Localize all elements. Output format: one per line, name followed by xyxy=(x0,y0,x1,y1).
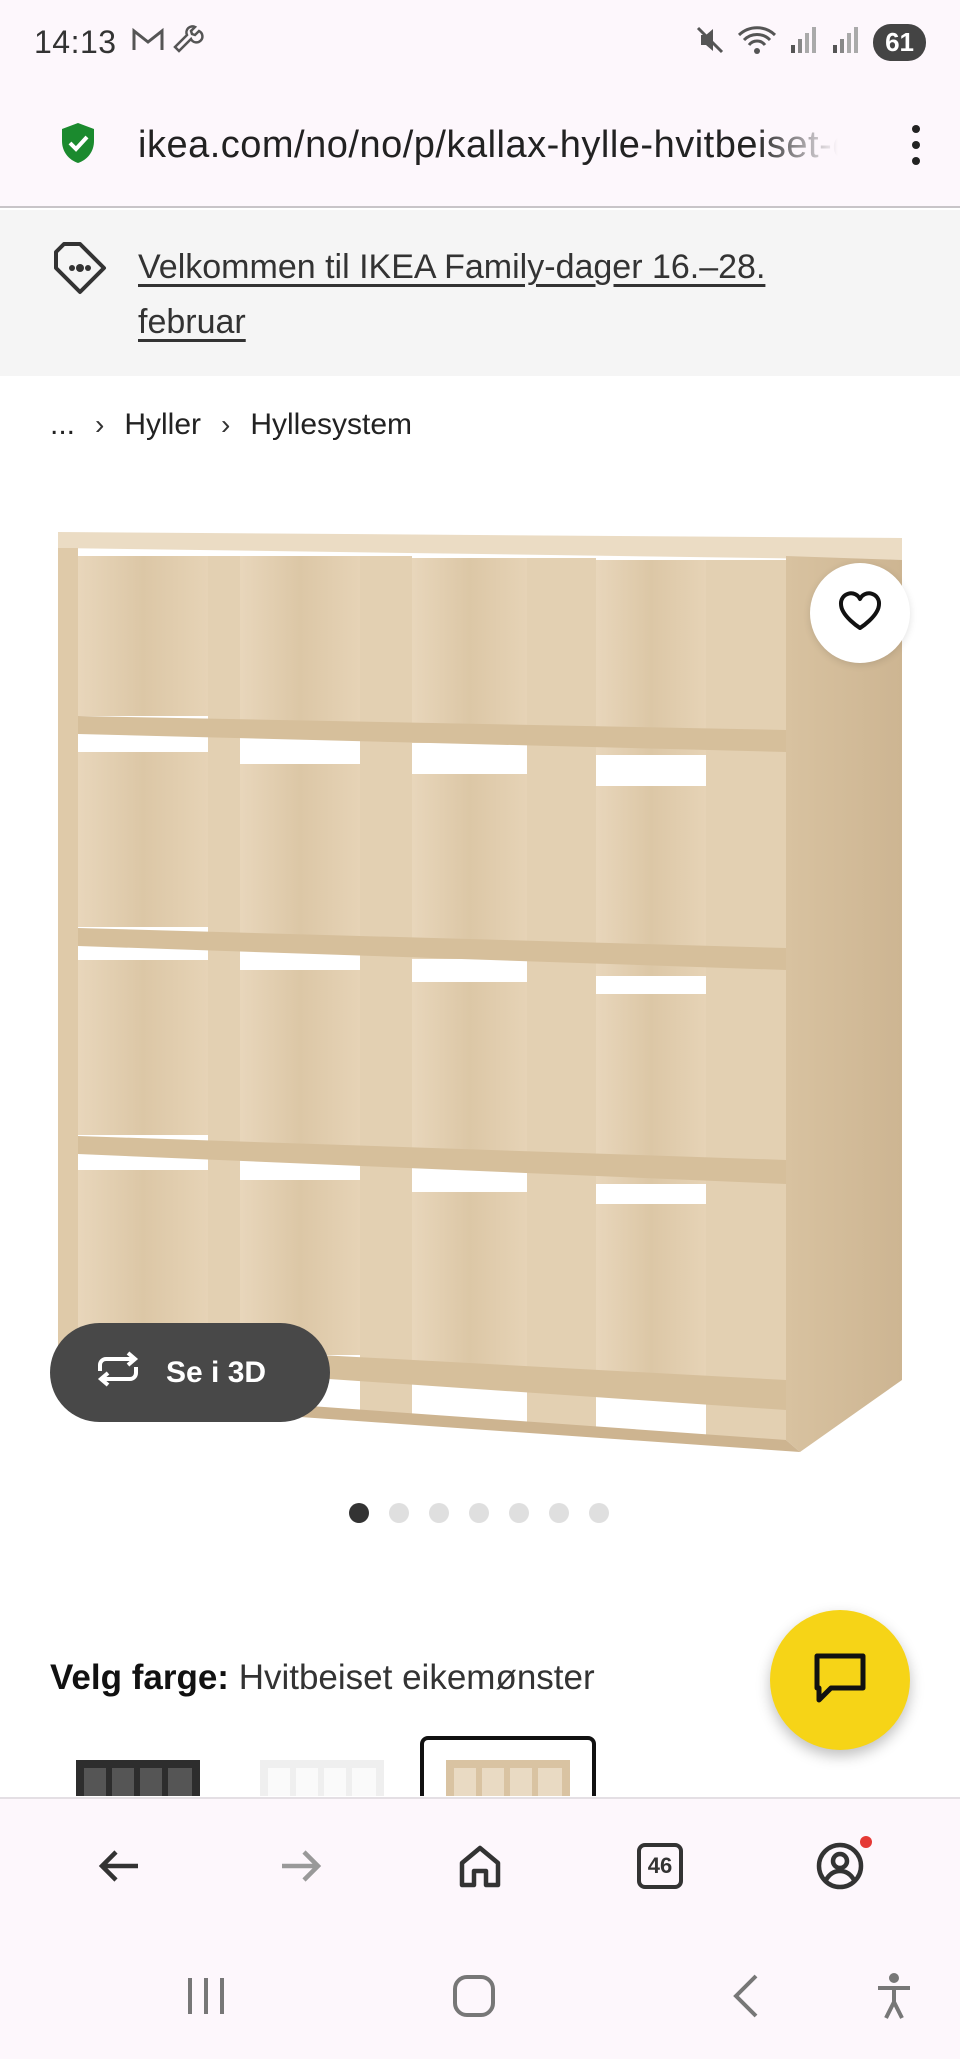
wifi-icon xyxy=(737,25,777,60)
color-picker-label: Velg farge: Hvitbeiset eikemønster xyxy=(50,1658,595,1698)
color-swatches xyxy=(50,1736,950,1796)
status-time: 14:13 xyxy=(34,23,117,60)
promo-banner-link[interactable]: Velkommen til IKEA Family-dager 16.–28. … xyxy=(138,240,858,376)
carousel-dot[interactable] xyxy=(549,1503,569,1523)
carousel-dot[interactable] xyxy=(389,1503,409,1523)
breadcrumb: ... › Hyller › Hyllesystem xyxy=(50,408,412,442)
mute-icon xyxy=(695,25,725,60)
see-in-3d-button[interactable]: Se i 3D xyxy=(50,1323,330,1422)
shield-check-icon[interactable] xyxy=(58,121,98,170)
carousel-dot[interactable] xyxy=(469,1503,489,1523)
favorite-button[interactable] xyxy=(810,563,910,663)
wrench-icon xyxy=(172,24,205,61)
account-button[interactable] xyxy=(800,1826,880,1906)
swatch-white-stained-oak[interactable] xyxy=(420,1736,596,1796)
forward-button[interactable] xyxy=(260,1826,340,1906)
chevron-right-icon: › xyxy=(221,409,231,440)
product-image[interactable] xyxy=(50,520,912,1460)
see-in-3d-label: Se i 3D xyxy=(166,1355,267,1389)
more-vert-icon[interactable] xyxy=(912,125,920,165)
home-icon xyxy=(459,1845,501,1887)
account-icon xyxy=(816,1842,864,1889)
breadcrumb-item[interactable]: ... xyxy=(50,408,75,442)
battery-indicator: 61 xyxy=(873,23,926,61)
arrow-right-icon xyxy=(282,1849,322,1882)
tab-count: 46 xyxy=(637,1842,683,1889)
home-button[interactable] xyxy=(440,1826,520,1906)
chat-button[interactable] xyxy=(770,1610,910,1750)
gmail-icon xyxy=(131,27,165,58)
arrow-left-icon xyxy=(98,1849,138,1882)
swatch-black[interactable] xyxy=(76,1760,200,1796)
color-value: Hvitbeiset eikemønster xyxy=(238,1658,595,1697)
breadcrumb-item[interactable]: Hyller xyxy=(124,408,201,442)
signal-icon xyxy=(789,25,819,60)
heart-icon xyxy=(838,590,882,636)
image-carousel-dots xyxy=(349,1503,609,1523)
system-nav-bar xyxy=(0,1932,960,2059)
browser-url-bar[interactable]: ikea.com/no/no/p/kallax-hylle-hvitbeiset… xyxy=(0,84,960,208)
carousel-dot[interactable] xyxy=(349,1503,369,1523)
price-tag-icon xyxy=(52,240,108,376)
url-text[interactable]: ikea.com/no/no/p/kallax-hylle-hvitbeiset… xyxy=(138,124,838,167)
status-bar: 14:13 61 xyxy=(0,0,960,84)
back-nav-icon[interactable] xyxy=(730,1974,760,2023)
home-nav-icon[interactable] xyxy=(452,1974,496,2023)
breadcrumb-item[interactable]: Hyllesystem xyxy=(250,408,412,442)
notification-dot xyxy=(860,1835,872,1848)
accessibility-icon[interactable] xyxy=(874,1972,914,2025)
promo-banner: Velkommen til IKEA Family-dager 16.–28. … xyxy=(0,210,960,376)
swatch-white[interactable] xyxy=(260,1760,384,1796)
carousel-dot[interactable] xyxy=(589,1503,609,1523)
back-button[interactable] xyxy=(80,1826,160,1906)
tabs-button[interactable]: 46 xyxy=(620,1826,700,1906)
signal-icon xyxy=(831,25,861,60)
browser-bottom-nav: 46 xyxy=(0,1797,960,1932)
color-label-title: Velg farge: xyxy=(50,1658,229,1697)
carousel-dot[interactable] xyxy=(429,1503,449,1523)
carousel-dot[interactable] xyxy=(509,1503,529,1523)
rotate-3d-icon xyxy=(92,1350,144,1395)
chevron-right-icon: › xyxy=(95,409,105,440)
recent-apps-icon[interactable] xyxy=(186,1976,226,2021)
chat-icon xyxy=(813,1652,867,1709)
